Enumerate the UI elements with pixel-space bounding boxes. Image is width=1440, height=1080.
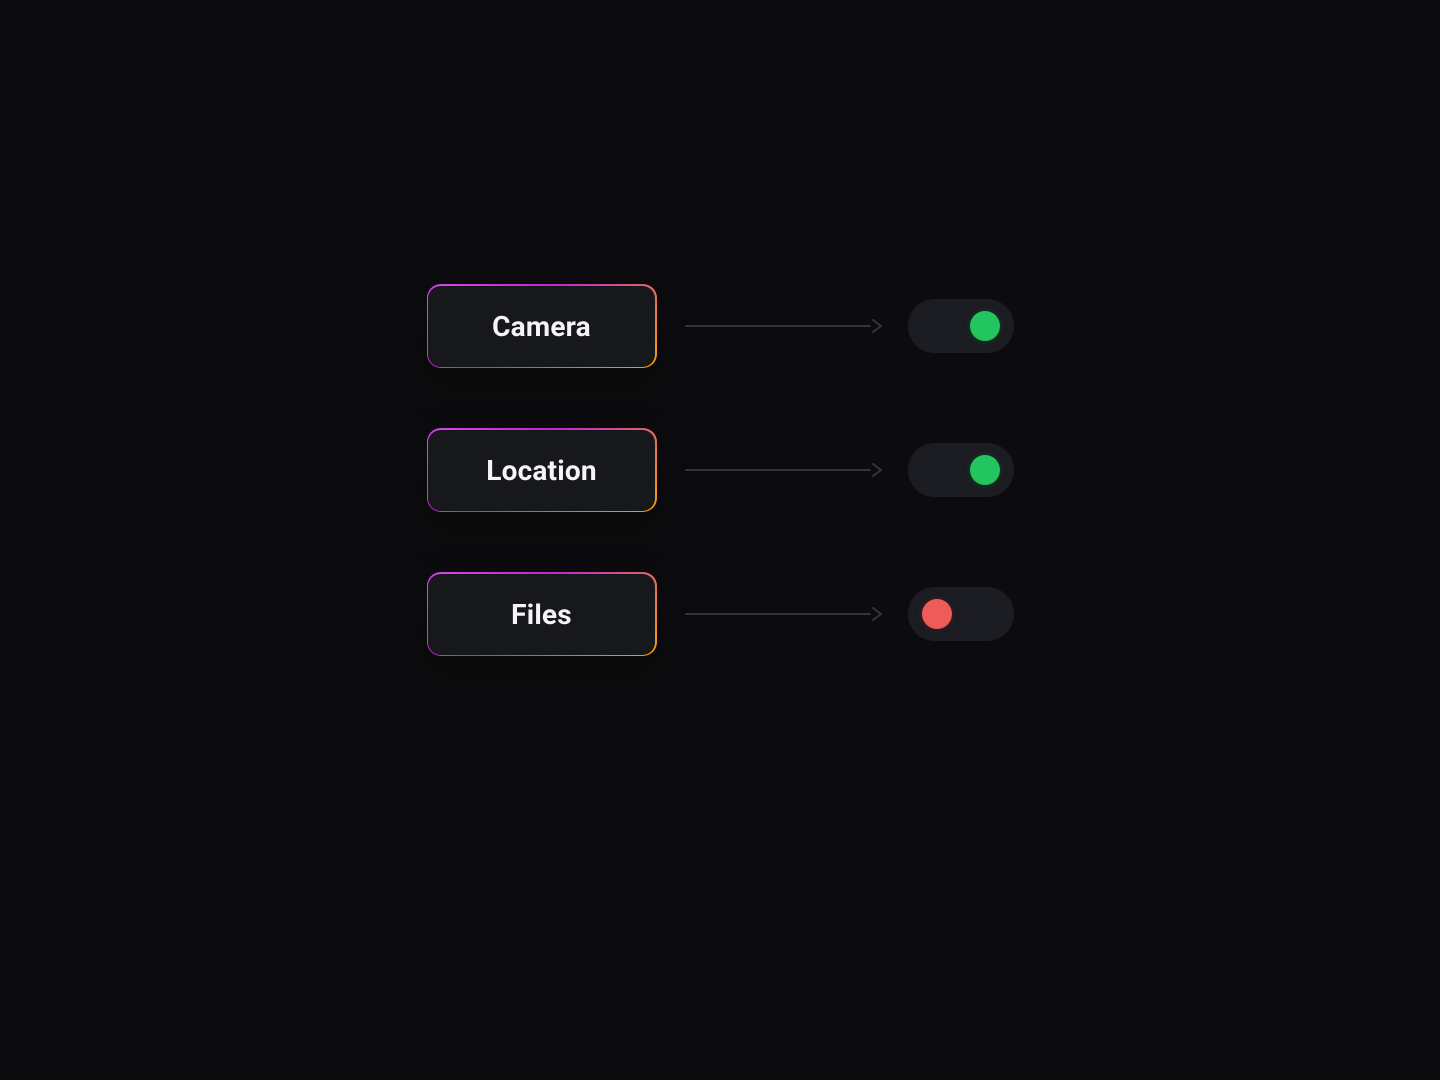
toggle-knob <box>922 599 952 629</box>
toggle-camera[interactable] <box>908 299 1014 353</box>
permission-card-location[interactable]: Location <box>427 428 657 512</box>
permission-label: Files <box>511 598 572 631</box>
connector-line <box>685 469 871 471</box>
arrow-right-icon <box>870 462 886 478</box>
permission-label: Location <box>486 454 597 487</box>
permission-label: Camera <box>492 310 591 343</box>
permission-card-files[interactable]: Files <box>427 572 657 656</box>
connector-arrow <box>685 318 886 334</box>
arrow-right-icon <box>870 318 886 334</box>
permission-card-camera[interactable]: Camera <box>427 284 657 368</box>
permission-row-camera: Camera <box>427 284 1014 368</box>
permissions-panel: Camera Location <box>427 284 1014 656</box>
permission-row-location: Location <box>427 428 1014 512</box>
connector-line <box>685 325 871 327</box>
card-inner: Camera <box>428 286 655 367</box>
toggle-location[interactable] <box>908 443 1014 497</box>
connector-line <box>685 613 871 615</box>
toggle-knob <box>970 311 1000 341</box>
connector-arrow <box>685 606 886 622</box>
arrow-right-icon <box>870 606 886 622</box>
connector-arrow <box>685 462 886 478</box>
card-inner: Location <box>428 430 655 511</box>
toggle-knob <box>970 455 1000 485</box>
card-inner: Files <box>428 574 655 655</box>
permission-row-files: Files <box>427 572 1014 656</box>
toggle-files[interactable] <box>908 587 1014 641</box>
